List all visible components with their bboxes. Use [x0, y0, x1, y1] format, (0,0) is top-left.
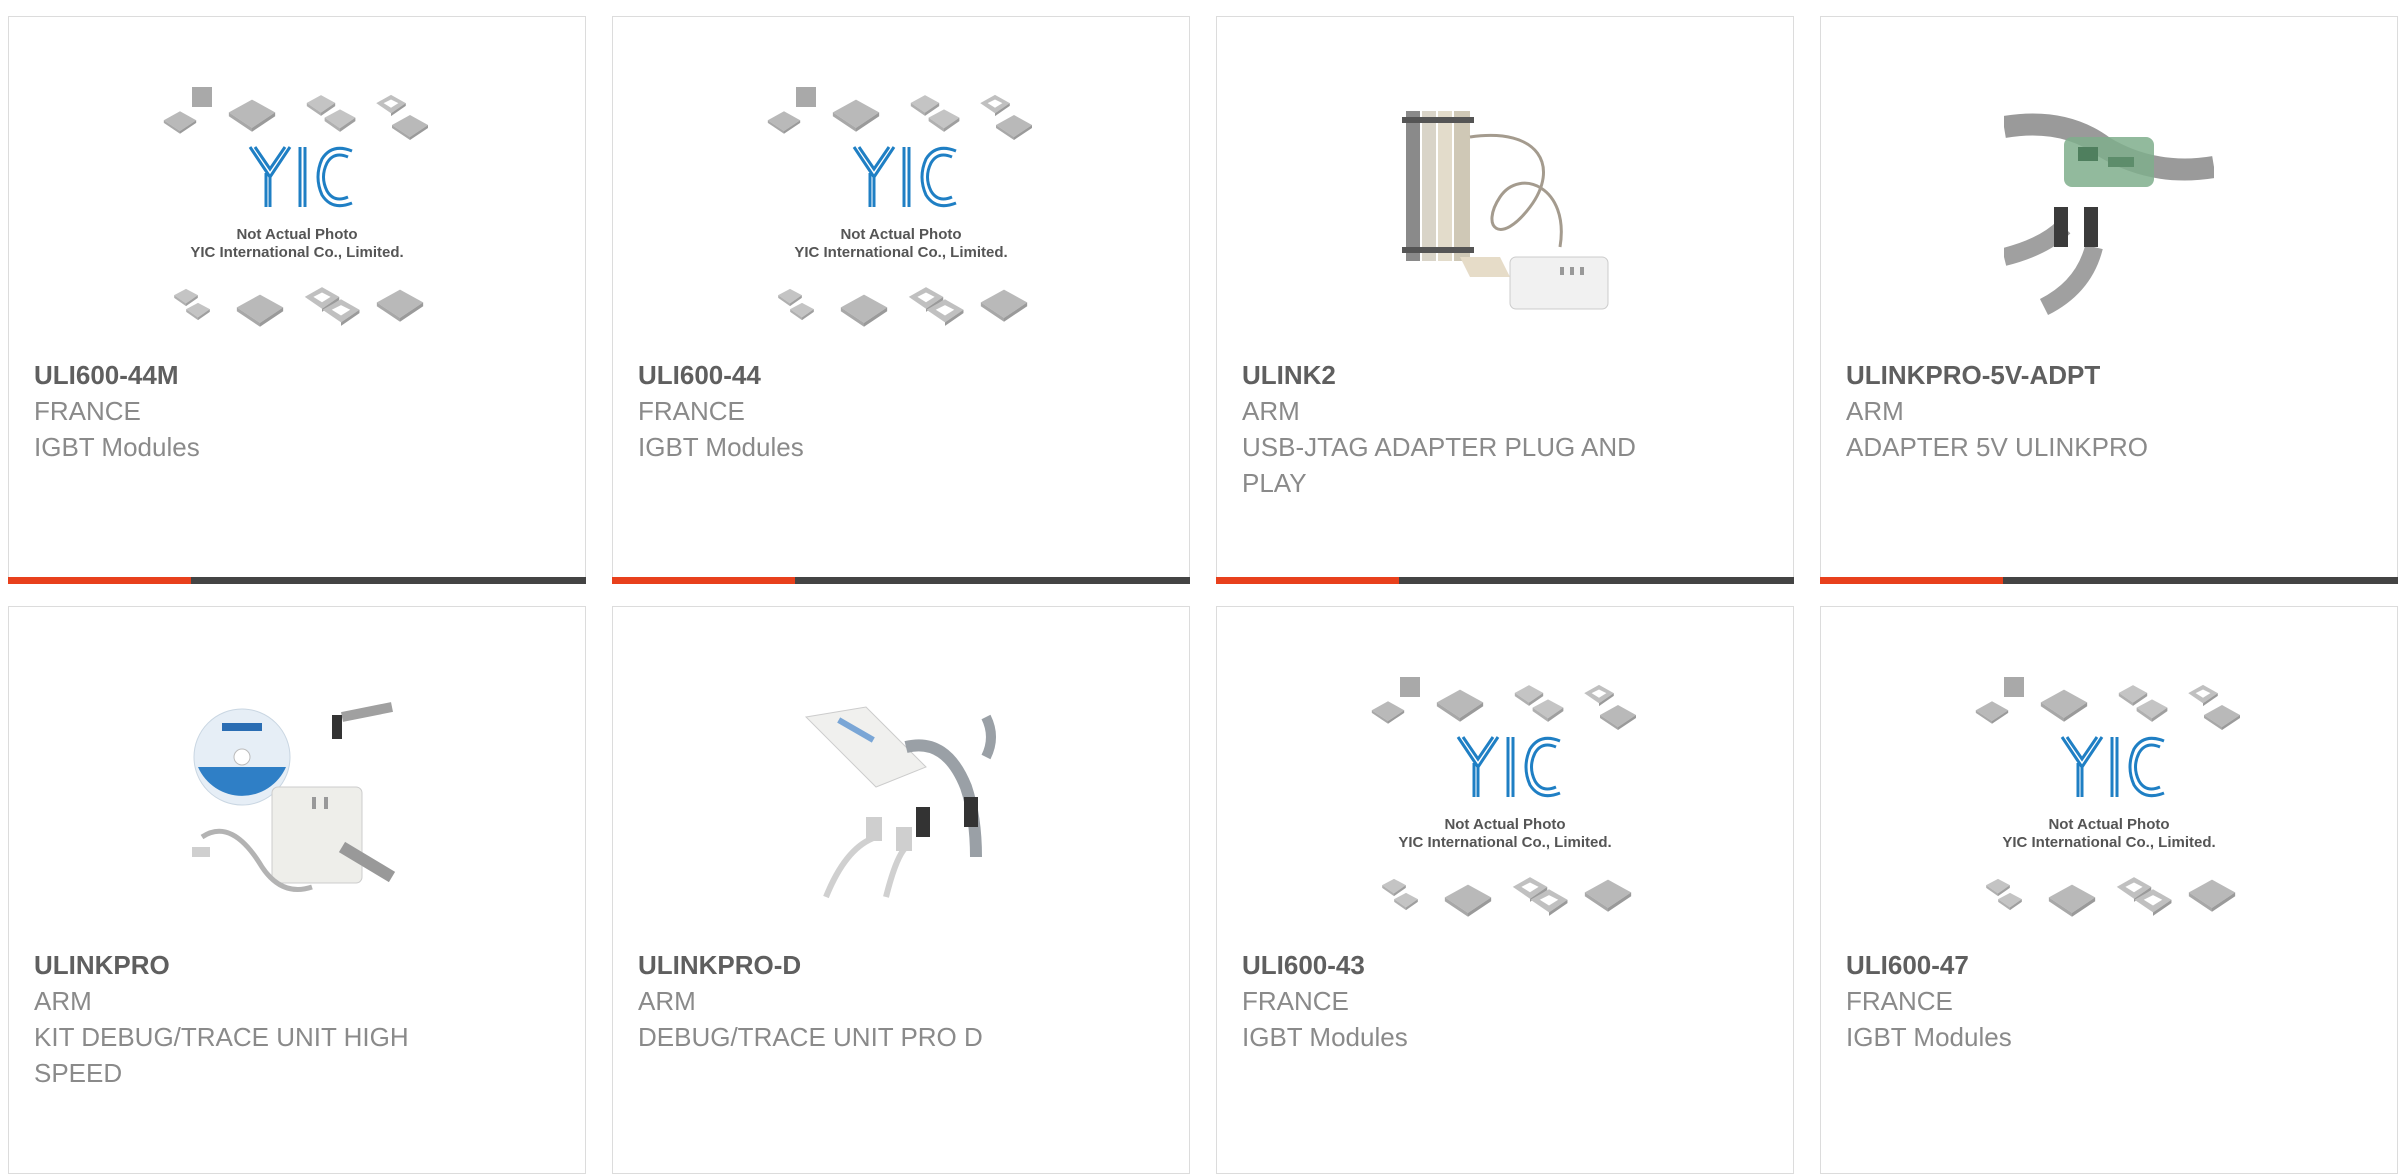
description: USB-JTAG ADAPTER PLUG AND PLAY [1242, 432, 1636, 498]
part-number[interactable]: ULINKPRO [34, 947, 454, 983]
manufacturer: FRANCE [638, 396, 745, 426]
part-number[interactable]: ULINK2 [1242, 357, 1662, 393]
card-accent-bar [612, 577, 795, 584]
product-image[interactable]: Not Actual Photo YIC International Co., … [1821, 657, 2397, 947]
product-info: ULINKPRO-5V-ADPT ARM ADAPTER 5V ULINKPRO [1846, 357, 2266, 465]
product-info: ULI600-47 FRANCE IGBT Modules [1846, 947, 2266, 1055]
manufacturer: FRANCE [34, 396, 141, 426]
product-card[interactable]: Not Actual Photo YIC International Co., … [1820, 606, 2398, 1174]
product-info: ULINK2 ARM USB-JTAG ADAPTER PLUG AND PLA… [1242, 357, 1662, 501]
manufacturer: FRANCE [1846, 986, 1953, 1016]
product-image[interactable]: Not Actual Photo YIC International Co., … [1217, 657, 1793, 947]
description: ADAPTER 5V ULINKPRO [1846, 432, 2148, 462]
part-number[interactable]: ULINKPRO-5V-ADPT [1846, 357, 2266, 393]
yic-placeholder-image: Not Actual Photo YIC International Co., … [767, 87, 1032, 327]
product-card[interactable]: Not Actual Photo YIC International Co., … [612, 16, 1190, 584]
description: KIT DEBUG/TRACE UNIT HIGH SPEED [34, 1022, 409, 1088]
placeholder-line1: Not Actual Photo [1444, 816, 1565, 833]
product-info: ULI600-43 FRANCE IGBT Modules [1242, 947, 1662, 1055]
ulinkpro-d-photo [796, 697, 1006, 907]
ulinkpro-5v-adapter-photo [2004, 107, 2214, 317]
product-card[interactable]: Not Actual Photo YIC International Co., … [1216, 606, 1794, 1174]
product-info: ULI600-44M FRANCE IGBT Modules [34, 357, 454, 465]
description: DEBUG/TRACE UNIT PRO D [638, 1022, 983, 1052]
part-number[interactable]: ULI600-44 [638, 357, 1058, 393]
card-accent-bar [8, 577, 191, 584]
placeholder-line2: YIC International Co., Limited. [190, 244, 403, 261]
product-card[interactable]: Not Actual Photo YIC International Co., … [8, 16, 586, 584]
description: IGBT Modules [1846, 1022, 2012, 1052]
manufacturer: ARM [1846, 396, 1904, 426]
card-bottom-bar [1820, 577, 2398, 584]
ulinkpro-kit-photo [192, 697, 402, 907]
yic-placeholder-image: Not Actual Photo YIC International Co., … [1371, 677, 1636, 917]
product-image[interactable] [9, 657, 585, 947]
product-image[interactable] [1821, 67, 2397, 357]
card-bottom-bar [8, 577, 586, 584]
yic-placeholder-image: Not Actual Photo YIC International Co., … [1975, 677, 2240, 917]
placeholder-line1: Not Actual Photo [2048, 816, 2169, 833]
product-image[interactable] [613, 657, 1189, 947]
product-card[interactable]: ULINK2 ARM USB-JTAG ADAPTER PLUG AND PLA… [1216, 16, 1794, 584]
ulink2-photo [1400, 107, 1610, 317]
yic-placeholder-image: Not Actual Photo YIC International Co., … [163, 87, 428, 327]
product-card[interactable]: ULINKPRO-D ARM DEBUG/TRACE UNIT PRO D [612, 606, 1190, 1174]
manufacturer: ARM [638, 986, 696, 1016]
description: IGBT Modules [638, 432, 804, 462]
product-image[interactable] [1217, 67, 1793, 357]
product-info: ULI600-44 FRANCE IGBT Modules [638, 357, 1058, 465]
description: IGBT Modules [1242, 1022, 1408, 1052]
placeholder-line1: Not Actual Photo [840, 226, 961, 243]
placeholder-line1: Not Actual Photo [236, 226, 357, 243]
placeholder-line2: YIC International Co., Limited. [2002, 834, 2215, 851]
product-card[interactable]: ULINKPRO-5V-ADPT ARM ADAPTER 5V ULINKPRO [1820, 16, 2398, 584]
manufacturer: FRANCE [1242, 986, 1349, 1016]
card-accent-bar [1820, 577, 2003, 584]
card-accent-bar [1216, 577, 1399, 584]
placeholder-line2: YIC International Co., Limited. [794, 244, 1007, 261]
product-image[interactable]: Not Actual Photo YIC International Co., … [9, 67, 585, 357]
part-number[interactable]: ULI600-44M [34, 357, 454, 393]
manufacturer: ARM [34, 986, 92, 1016]
product-image[interactable]: Not Actual Photo YIC International Co., … [613, 67, 1189, 357]
part-number[interactable]: ULINKPRO-D [638, 947, 1058, 983]
card-bottom-bar [1216, 577, 1794, 584]
manufacturer: ARM [1242, 396, 1300, 426]
part-number[interactable]: ULI600-43 [1242, 947, 1662, 983]
product-info: ULINKPRO-D ARM DEBUG/TRACE UNIT PRO D [638, 947, 1058, 1055]
part-number[interactable]: ULI600-47 [1846, 947, 2266, 983]
product-card[interactable]: ULINKPRO ARM KIT DEBUG/TRACE UNIT HIGH S… [8, 606, 586, 1174]
card-bottom-bar [612, 577, 1190, 584]
description: IGBT Modules [34, 432, 200, 462]
placeholder-line2: YIC International Co., Limited. [1398, 834, 1611, 851]
product-info: ULINKPRO ARM KIT DEBUG/TRACE UNIT HIGH S… [34, 947, 454, 1091]
